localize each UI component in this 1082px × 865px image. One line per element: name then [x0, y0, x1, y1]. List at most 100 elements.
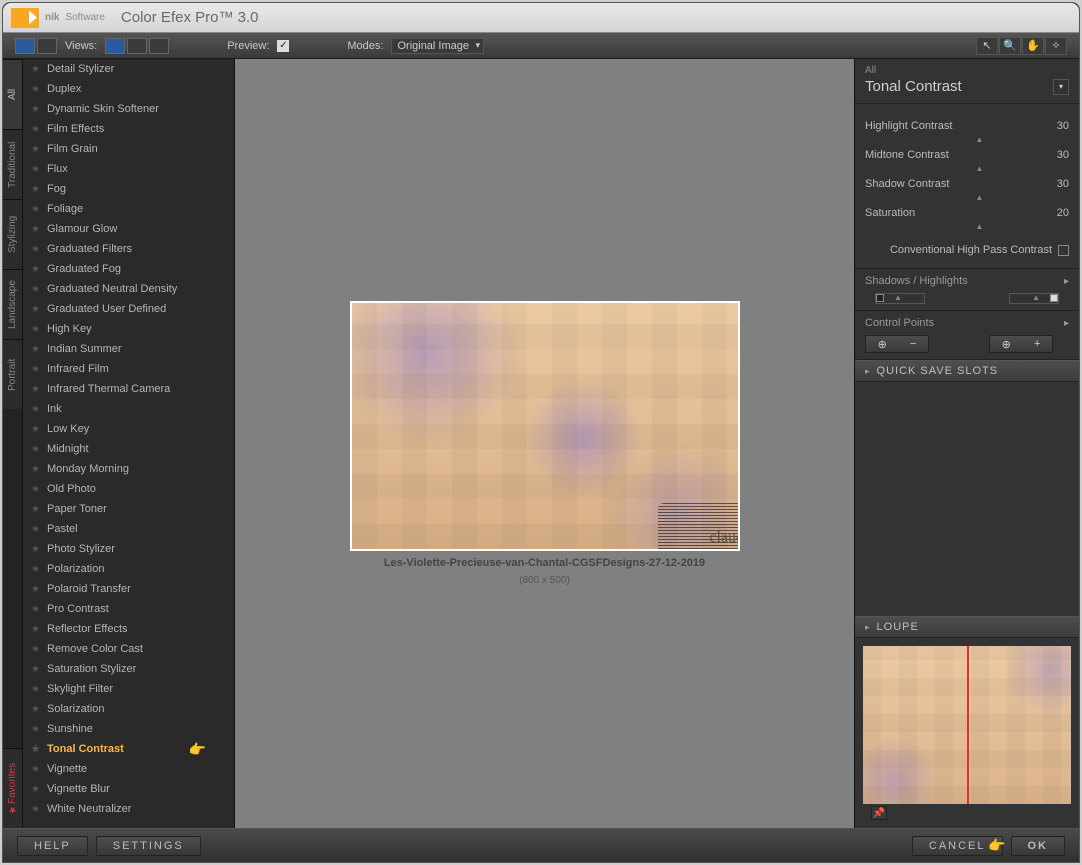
- filter-item[interactable]: Pro Contrast: [23, 599, 234, 619]
- brand-logo-icon: [11, 8, 39, 28]
- filter-item[interactable]: Monday Morning: [23, 459, 234, 479]
- slider-track[interactable]: [865, 135, 1069, 141]
- cursor-hand-icon: 👉: [988, 837, 1007, 854]
- filter-title[interactable]: Tonal Contrast: [865, 78, 1069, 95]
- slider-row[interactable]: Shadow Contrast30: [865, 178, 1069, 190]
- tab-stylizing[interactable]: Stylizing: [3, 199, 22, 269]
- filter-item[interactable]: Graduated Neutral Density: [23, 279, 234, 299]
- slider-track[interactable]: [865, 222, 1069, 228]
- settings-button[interactable]: SETTINGS: [96, 836, 201, 856]
- filter-item[interactable]: Flux: [23, 159, 234, 179]
- highpass-label: Conventional High Pass Contrast: [890, 244, 1052, 256]
- slider-row[interactable]: Saturation 20: [865, 207, 1069, 219]
- slider-label: Highlight Contrast: [865, 120, 952, 132]
- filter-item[interactable]: Vignette Blur: [23, 779, 234, 799]
- toolbar: Views: Preview: ✓ Modes: Original Image …: [3, 33, 1079, 59]
- filter-item[interactable]: Solarization: [23, 699, 234, 719]
- filter-item[interactable]: Graduated User Defined: [23, 299, 234, 319]
- shadows-highlights-header[interactable]: Shadows / Highlights: [865, 275, 1069, 287]
- highlights-slider[interactable]: ▲: [1009, 293, 1059, 304]
- neutral-tool-icon[interactable]: ✧: [1045, 37, 1067, 55]
- filter-item[interactable]: Infrared Thermal Camera: [23, 379, 234, 399]
- view-single-icon[interactable]: [105, 38, 125, 54]
- filter-item[interactable]: Ink: [23, 399, 234, 419]
- slider-value: 30: [1057, 120, 1069, 132]
- watermark: claudia: [658, 503, 740, 551]
- filter-item[interactable]: Skylight Filter: [23, 679, 234, 699]
- brand-subtext: Software: [65, 12, 104, 23]
- filter-item[interactable]: Glamour Glow: [23, 219, 234, 239]
- filter-item[interactable]: Infrared Film: [23, 359, 234, 379]
- app-title: Color Efex Pro™ 3.0: [121, 9, 259, 26]
- add-control-point-button[interactable]: ⊕+: [989, 335, 1053, 353]
- filter-item[interactable]: Low Key: [23, 419, 234, 439]
- filter-item[interactable]: Foliage: [23, 199, 234, 219]
- slider-row[interactable]: Midtone Contrast30: [865, 149, 1069, 161]
- filter-item[interactable]: Graduated Filters: [23, 239, 234, 259]
- filter-item[interactable]: Dynamic Skin Softener: [23, 99, 234, 119]
- tab-landscape[interactable]: Landscape: [3, 269, 22, 339]
- modes-select[interactable]: Original Image: [391, 38, 484, 54]
- tab-portrait[interactable]: Portrait: [3, 339, 22, 409]
- filter-item[interactable]: Saturation Stylizer: [23, 659, 234, 679]
- zoom-tool-icon[interactable]: 🔍: [999, 37, 1021, 55]
- filter-item[interactable]: Graduated Fog: [23, 259, 234, 279]
- highpass-row: Conventional High Pass Contrast: [865, 244, 1069, 256]
- image-dimensions: (800 x 500): [519, 575, 570, 586]
- loupe-view[interactable]: [863, 646, 1071, 804]
- filter-item[interactable]: Pastel: [23, 519, 234, 539]
- app-window: nik Software Color Efex Pro™ 3.0 Views: …: [2, 2, 1080, 863]
- filter-item[interactable]: Film Grain: [23, 139, 234, 159]
- filter-item[interactable]: Paper Toner: [23, 499, 234, 519]
- remove-control-point-button[interactable]: ⊕−: [865, 335, 929, 353]
- filter-item[interactable]: Fog: [23, 179, 234, 199]
- layout-split-icon[interactable]: [37, 38, 57, 54]
- filter-item[interactable]: Midnight: [23, 439, 234, 459]
- filter-item[interactable]: High Key: [23, 319, 234, 339]
- filter-item[interactable]: Vignette: [23, 759, 234, 779]
- filter-item[interactable]: Reflector Effects: [23, 619, 234, 639]
- slider-label: Saturation: [865, 207, 915, 219]
- filter-item[interactable]: Old Photo: [23, 479, 234, 499]
- filter-item[interactable]: Photo Stylizer: [23, 539, 234, 559]
- preview-image[interactable]: claudia: [350, 301, 740, 551]
- cancel-button[interactable]: CANCEL👉: [912, 836, 1003, 856]
- filter-item[interactable]: Duplex: [23, 79, 234, 99]
- filter-item[interactable]: Polaroid Transfer: [23, 579, 234, 599]
- quick-save-accordion[interactable]: QUICK SAVE SLOTS: [855, 360, 1079, 382]
- view-sidebyside-icon[interactable]: [127, 38, 147, 54]
- tab-all[interactable]: All: [3, 59, 22, 129]
- filter-item[interactable]: Remove Color Cast: [23, 639, 234, 659]
- slider-value: 20: [1057, 207, 1069, 219]
- loupe-body: 📌: [855, 638, 1079, 828]
- filter-item[interactable]: White Neutralizer: [23, 799, 234, 819]
- filter-list[interactable]: Detail StylizerDuplexDynamic Skin Soften…: [23, 59, 235, 828]
- select-tool-icon[interactable]: ↖: [976, 37, 998, 55]
- view-splitscreen-icon[interactable]: [149, 38, 169, 54]
- loupe-pin-button[interactable]: 📌: [871, 806, 887, 820]
- tab-traditional[interactable]: Traditional: [3, 129, 22, 199]
- shadows-slider[interactable]: ▲: [875, 293, 925, 304]
- filter-item[interactable]: Tonal Contrast👉: [23, 739, 234, 759]
- slider-row[interactable]: Highlight Contrast 30: [865, 120, 1069, 132]
- brand-text: nik: [45, 12, 59, 23]
- category-tabs: All Traditional Stylizing Landscape Port…: [3, 59, 23, 828]
- filter-header: All Tonal Contrast: [855, 59, 1079, 104]
- preview-checkbox[interactable]: ✓: [277, 40, 289, 52]
- help-button[interactable]: HELP: [17, 836, 88, 856]
- ok-button[interactable]: OK: [1011, 836, 1066, 856]
- main-body: All Traditional Stylizing Landscape Port…: [3, 59, 1079, 828]
- slider-label: Shadow Contrast: [865, 178, 949, 190]
- loupe-accordion[interactable]: LOUPE: [855, 616, 1079, 638]
- highpass-checkbox[interactable]: [1058, 245, 1069, 256]
- filter-item[interactable]: Detail Stylizer: [23, 59, 234, 79]
- slider-track[interactable]: [865, 164, 1069, 170]
- pan-tool-icon[interactable]: ✋: [1022, 37, 1044, 55]
- filter-item[interactable]: Polarization: [23, 559, 234, 579]
- filter-item[interactable]: Sunshine: [23, 719, 234, 739]
- control-points-header[interactable]: Control Points: [865, 317, 1069, 329]
- filter-item[interactable]: Indian Summer: [23, 339, 234, 359]
- filter-item[interactable]: Film Effects: [23, 119, 234, 139]
- layout-single-icon[interactable]: [15, 38, 35, 54]
- slider-track[interactable]: [865, 193, 1069, 199]
